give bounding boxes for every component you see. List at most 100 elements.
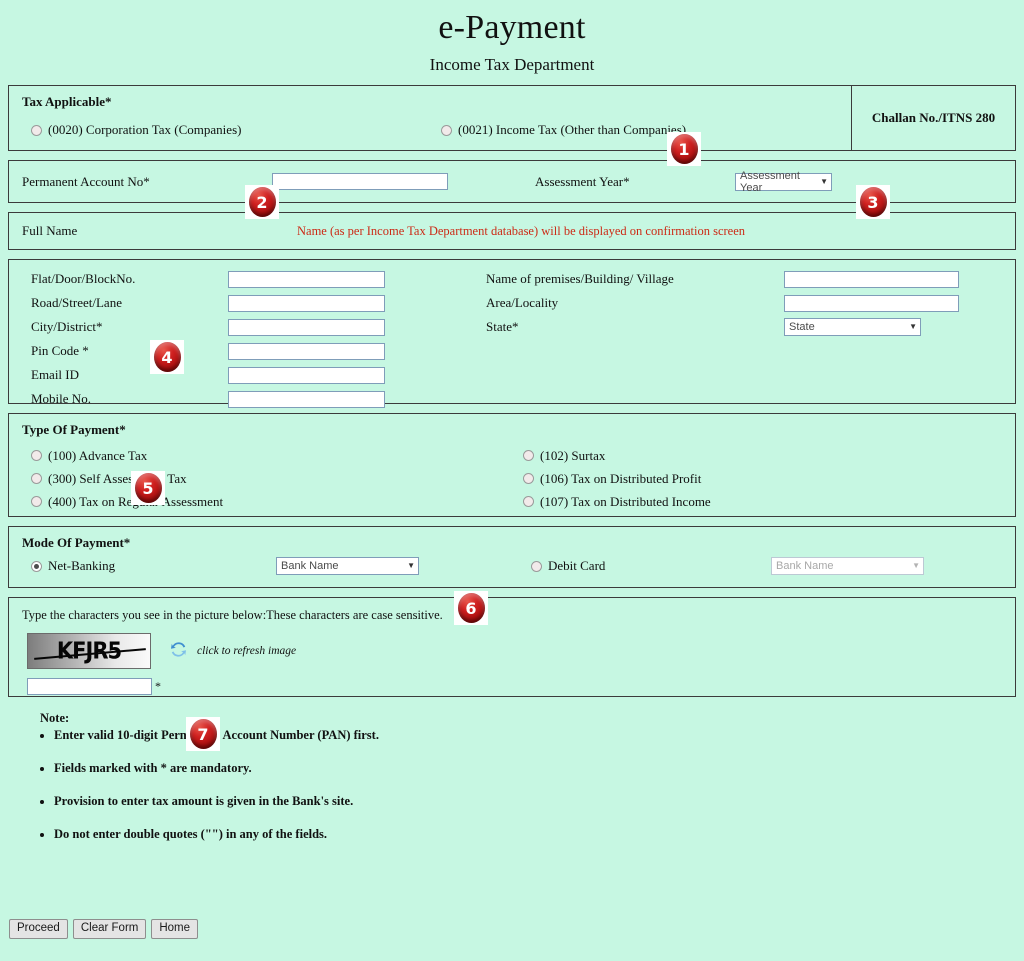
- address-right-column: Name of premises/Building/ Village Area/…: [486, 267, 959, 411]
- pin-code-input[interactable]: [228, 342, 385, 360]
- email-id-input[interactable]: [228, 366, 385, 384]
- payment-type-right-column: (102) Surtax (106) Tax on Distributed Pr…: [523, 444, 1015, 513]
- radio-net-banking[interactable]: Net-Banking: [31, 558, 276, 574]
- address-row: Flat/Door/BlockNo.: [31, 267, 486, 291]
- radio-income-tax[interactable]: (0021) Income Tax (Other than Companies): [441, 122, 851, 138]
- debit-card-bank-select[interactable]: Bank Name ▼: [771, 557, 924, 575]
- callout-badge-6: 6: [454, 591, 488, 625]
- assessment-year-select[interactable]: Assessment Year ▼: [735, 169, 832, 194]
- radio-tax-on-distributed-profit-control[interactable]: [523, 473, 534, 484]
- note-item: Do not enter double quotes ("") in any o…: [54, 827, 1024, 842]
- area-locality-input[interactable]: [784, 294, 959, 312]
- page-header: e-Payment Income Tax Department: [0, 0, 1024, 78]
- radio-self-assessment-tax-control[interactable]: [31, 473, 42, 484]
- captcha-section: Type the characters you see in the pictu…: [8, 597, 1016, 697]
- radio-advance-tax[interactable]: (100) Advance Tax: [31, 444, 523, 467]
- chevron-down-icon: ▼: [820, 176, 828, 186]
- radio-tax-on-distributed-income-control[interactable]: [523, 496, 534, 507]
- radio-advance-tax-control[interactable]: [31, 450, 42, 461]
- page-subtitle: Income Tax Department: [429, 55, 595, 74]
- radio-tax-on-distributed-income-label: (107) Tax on Distributed Income: [540, 493, 711, 509]
- captcha-input[interactable]: [27, 678, 152, 695]
- tax-applicable-title: Tax Applicable*: [22, 94, 112, 109]
- flat-door-block-input[interactable]: [228, 270, 385, 288]
- mobile-no-input[interactable]: [228, 390, 385, 408]
- address-row: Mobile No.: [31, 387, 486, 411]
- radio-debit-card-control[interactable]: [531, 560, 542, 572]
- refresh-icon[interactable]: [169, 640, 188, 663]
- address-left-column: Flat/Door/BlockNo. Road/Street/Lane City…: [31, 267, 486, 411]
- chevron-down-icon: ▼: [912, 561, 920, 570]
- radio-income-tax-control[interactable]: [441, 124, 452, 136]
- radio-tax-on-distributed-profit-label: (106) Tax on Distributed Profit: [540, 470, 702, 486]
- callout-badge-5-number: 5: [134, 473, 162, 503]
- callout-badge-2: 2: [245, 185, 279, 219]
- address-row: Name of premises/Building/ Village: [486, 267, 959, 291]
- assessment-year-select-value: Assessment Year: [740, 169, 800, 194]
- radio-corporation-tax-label: (0020) Corporation Tax (Companies): [48, 122, 242, 137]
- chevron-down-icon: ▼: [407, 561, 415, 570]
- address-row: Road/Street/Lane: [31, 291, 486, 315]
- radio-tax-on-regular-assessment[interactable]: (400) Tax on Regular Assessment: [31, 490, 523, 513]
- area-locality-label: Area/Locality: [486, 295, 559, 310]
- note-item: Provision to enter tax amount is given i…: [54, 794, 1024, 809]
- callout-badge-1-number: 1: [670, 134, 698, 164]
- callout-badge-5: 5: [131, 471, 165, 505]
- callout-badge-6-number: 6: [457, 593, 485, 623]
- net-banking-bank-select[interactable]: Bank Name ▼: [276, 557, 419, 575]
- captcha-entry-row: *: [9, 669, 1015, 695]
- pan-label: Permanent Account No*: [22, 173, 150, 189]
- radio-surtax-control[interactable]: [523, 450, 534, 461]
- full-name-label: Full Name: [22, 223, 78, 238]
- payment-mode-title: Mode Of Payment*: [22, 535, 131, 550]
- payment-type-title: Type Of Payment*: [22, 422, 126, 437]
- note-block: Note: Enter valid 10-digit Permanent Acc…: [0, 706, 1024, 842]
- radio-income-tax-label: (0021) Income Tax (Other than Companies): [458, 122, 687, 137]
- challan-label: Challan No./ITNS 280: [871, 110, 996, 125]
- callout-badge-1: 1: [667, 132, 701, 166]
- assessment-year-label: Assessment Year*: [535, 173, 630, 189]
- full-name-note: Name (as per Income Tax Department datab…: [297, 223, 746, 238]
- callout-badge-7: 7: [186, 717, 220, 751]
- home-button[interactable]: Home: [151, 919, 199, 939]
- note-list: Enter valid 10-digit Permanent Account N…: [34, 728, 1024, 842]
- note-item: Fields marked with * are mandatory.: [54, 761, 1024, 776]
- road-street-lane-input[interactable]: [228, 294, 385, 312]
- challan-cell: Challan No./ITNS 280: [852, 86, 1015, 150]
- callout-badge-4-number: 4: [153, 342, 181, 372]
- radio-tax-on-distributed-income[interactable]: (107) Tax on Distributed Income: [523, 490, 1015, 513]
- premises-building-village-input[interactable]: [784, 270, 959, 288]
- form-button-bar: Proceed Clear Form Home: [9, 919, 199, 939]
- pan-input[interactable]: [272, 173, 448, 190]
- tax-applicable-left: Tax Applicable* (0020) Corporation Tax (…: [9, 86, 852, 150]
- state-select[interactable]: State ▼: [784, 318, 921, 336]
- radio-surtax-label: (102) Surtax: [540, 447, 606, 463]
- captcha-required-mark: *: [155, 679, 161, 693]
- flat-door-block-label: Flat/Door/BlockNo.: [31, 271, 136, 286]
- address-grid: Flat/Door/BlockNo. Road/Street/Lane City…: [9, 267, 1015, 411]
- radio-corporation-tax-control[interactable]: [31, 124, 42, 136]
- radio-debit-card[interactable]: Debit Card: [531, 558, 771, 574]
- callout-badge-2-number: 2: [248, 187, 276, 217]
- address-section: Flat/Door/BlockNo. Road/Street/Lane City…: [8, 259, 1016, 408]
- radio-tax-on-distributed-profit[interactable]: (106) Tax on Distributed Profit: [523, 467, 1015, 490]
- address-row: Area/Locality: [486, 291, 959, 315]
- premises-building-village-label: Name of premises/Building/ Village: [486, 271, 674, 286]
- radio-net-banking-control[interactable]: [31, 560, 42, 572]
- radio-surtax[interactable]: (102) Surtax: [523, 444, 1015, 467]
- address-row: State* State ▼: [486, 315, 959, 339]
- tax-applicable-section: Tax Applicable* (0020) Corporation Tax (…: [8, 85, 1016, 151]
- radio-corporation-tax[interactable]: (0020) Corporation Tax (Companies): [31, 122, 441, 138]
- captcha-instruction: Type the characters you see in the pictu…: [22, 608, 443, 622]
- city-district-input[interactable]: [228, 318, 385, 336]
- tax-applicable-options: (0020) Corporation Tax (Companies) (0021…: [9, 110, 851, 138]
- radio-tax-on-regular-assessment-control[interactable]: [31, 496, 42, 507]
- radio-advance-tax-label: (100) Advance Tax: [48, 447, 148, 463]
- callout-badge-3: 3: [856, 185, 890, 219]
- proceed-button[interactable]: Proceed: [9, 919, 68, 939]
- radio-self-assessment-tax[interactable]: (300) Self Assessment Tax: [31, 467, 523, 490]
- mobile-no-label: Mobile No.: [31, 391, 91, 406]
- net-banking-bank-select-value: Bank Name: [281, 560, 339, 572]
- radio-net-banking-label: Net-Banking: [48, 558, 116, 573]
- clear-form-button[interactable]: Clear Form: [72, 919, 147, 939]
